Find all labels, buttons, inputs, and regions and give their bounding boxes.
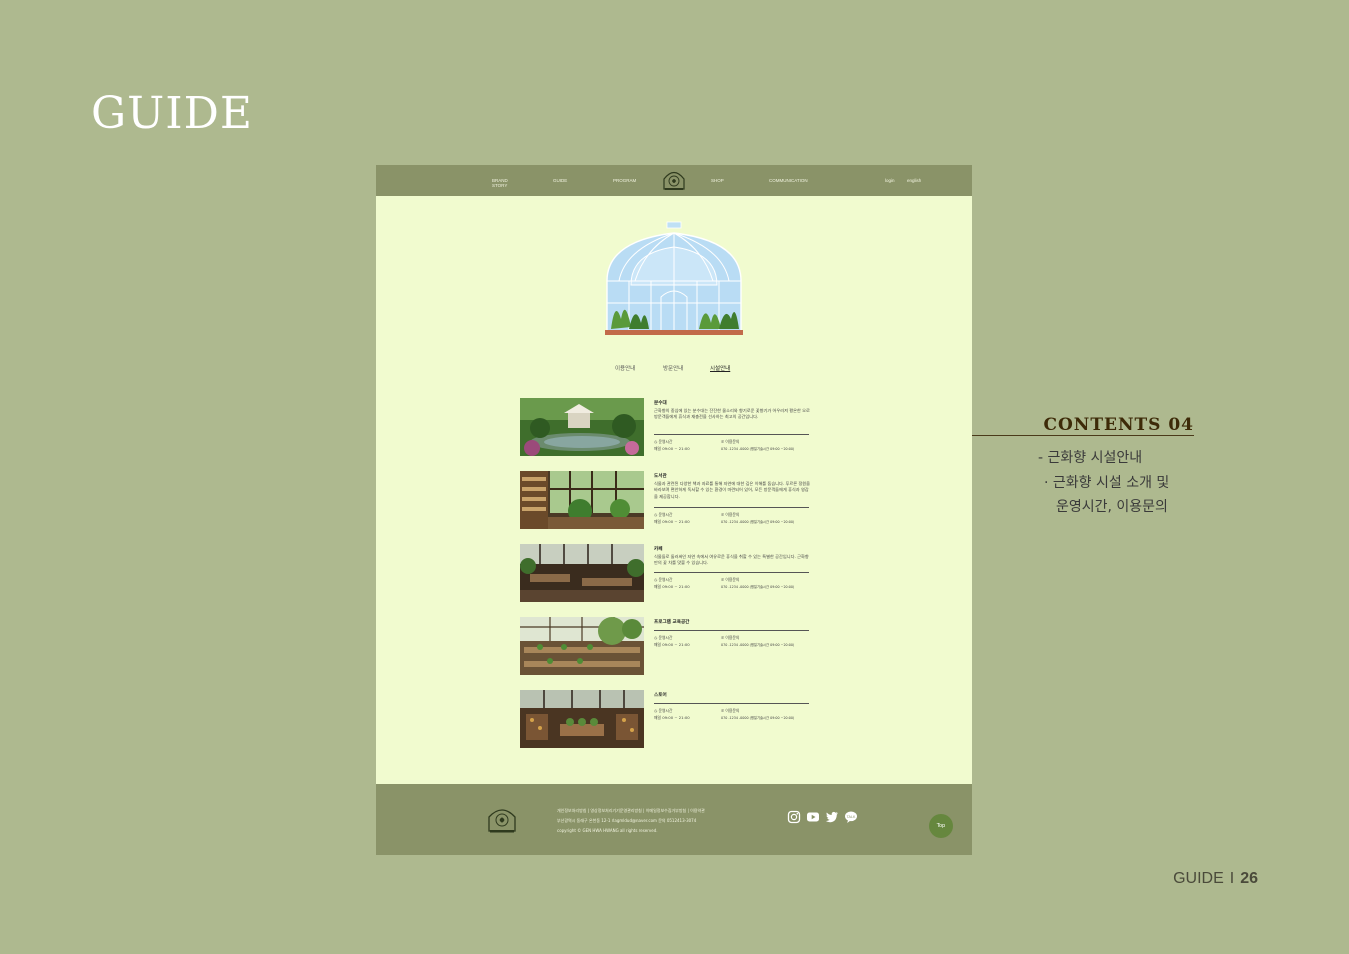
education-room-photo bbox=[520, 617, 644, 675]
hours-value: 매일 09:00 ~ 21:00 bbox=[654, 446, 690, 451]
hours-label: ◷ 운영시간 bbox=[654, 439, 673, 445]
nav-communication[interactable]: COMMUNICATION bbox=[769, 178, 808, 183]
phone-icon: ✆ bbox=[721, 439, 725, 444]
facility-title: 프로그램 교육공간 bbox=[654, 620, 690, 625]
website-mockup: BRAND STORY GUIDE PROGRAM SHOP COMMUNICAT… bbox=[376, 165, 972, 855]
tab-facility-guide[interactable]: 시설안내 bbox=[710, 364, 730, 372]
footer-logo-icon[interactable] bbox=[486, 804, 518, 834]
contact-label: ✆ 이용문의 bbox=[721, 439, 739, 445]
contact-label-text: 이용문의 bbox=[725, 708, 740, 713]
instagram-icon[interactable] bbox=[787, 810, 801, 824]
hours-value: 매일 09:00 ~ 21:00 bbox=[654, 519, 690, 524]
store-photo bbox=[520, 690, 644, 748]
nav-shop[interactable]: SHOP bbox=[711, 178, 724, 183]
nav-guide[interactable]: GUIDE bbox=[553, 178, 567, 183]
hours-label: ◷ 운영시간 bbox=[654, 708, 673, 714]
clock-icon: ◷ bbox=[654, 635, 658, 640]
svg-text:TALK: TALK bbox=[847, 815, 856, 819]
phone-icon: ✆ bbox=[721, 708, 725, 713]
nav-story-label: STORY bbox=[492, 183, 508, 188]
hours-label-text: 운영시간 bbox=[658, 439, 673, 444]
facility-description: 식물들로 둘러싸인 자연 속에서 여유로운 휴식을 취할 수 있는 특별한 공간… bbox=[654, 554, 809, 566]
phone-icon: ✆ bbox=[721, 635, 725, 640]
facility-item: 스토어 ◷ 운영시간 매일 09:00 ~ 21:00 ✆ 이용문의 070 -… bbox=[520, 690, 810, 748]
facility-item: 카페 식물들로 둘러싸인 자연 속에서 여유로운 휴식을 취할 수 있는 특별한… bbox=[520, 544, 810, 602]
contact-label: ✆ 이용문의 bbox=[721, 708, 739, 714]
contact-value: 070 -1234 -0000 (평일기술시간 09:00 ~20:00) bbox=[721, 643, 795, 647]
youtube-icon[interactable] bbox=[806, 810, 820, 824]
clock-icon: ◷ bbox=[654, 512, 658, 517]
hours-value: 매일 09:00 ~ 21:00 bbox=[654, 642, 690, 647]
clock-icon: ◷ bbox=[654, 708, 658, 713]
greenhouse-illustration bbox=[605, 221, 743, 335]
footer-address: 부산광역시 동래구 온천동 12-1 rlagmldud@naver.com 문… bbox=[557, 818, 697, 823]
hours-label: ◷ 운영시간 bbox=[654, 512, 673, 518]
facility-title: 분수대 bbox=[654, 401, 667, 406]
hours-label-text: 운영시간 bbox=[658, 512, 673, 517]
scroll-top-button[interactable]: Top bbox=[929, 814, 953, 838]
footer-copyright: copyright © GEN HWA HWANG all rights res… bbox=[557, 828, 658, 833]
fountain-garden-photo bbox=[520, 398, 644, 456]
contact-label-text: 이용문의 bbox=[725, 512, 740, 517]
tab-visit-guide[interactable]: 방문안내 bbox=[663, 364, 683, 372]
contents-line-2: · 근화향 시설 소개 및 bbox=[1044, 475, 1170, 491]
twitter-icon[interactable] bbox=[825, 810, 839, 824]
facility-title: 카페 bbox=[654, 547, 663, 552]
contact-label-text: 이용문의 bbox=[725, 439, 740, 444]
library-photo bbox=[520, 471, 644, 529]
contact-value: 070 -1234 -0000 (평일기술시간 09:00 ~20:00) bbox=[721, 716, 795, 720]
kakaotalk-icon[interactable]: TALK bbox=[844, 810, 858, 824]
facility-title: 스토어 bbox=[654, 693, 667, 698]
contact-label: ✆ 이용문의 bbox=[721, 577, 739, 583]
facility-divider bbox=[654, 630, 809, 631]
contact-label-text: 이용문의 bbox=[725, 635, 740, 640]
cafe-photo bbox=[520, 544, 644, 602]
phone-icon: ✆ bbox=[721, 577, 725, 582]
page-number-value: 26 bbox=[1240, 870, 1258, 887]
hours-label: ◷ 운영시간 bbox=[654, 577, 673, 583]
facility-divider bbox=[654, 507, 809, 508]
contact-value: 070 -1234 -0000 (평일기술시간 09:00 ~20:00) bbox=[721, 447, 795, 451]
hours-label: ◷ 운영시간 bbox=[654, 635, 673, 641]
facility-divider bbox=[654, 434, 809, 435]
facility-item: 분수대 근화향의 중심에 있는 분수대는 잔잔한 물소리와 향기로운 꽃향기가 … bbox=[520, 398, 810, 456]
slide-title: GUIDE bbox=[91, 88, 254, 139]
facility-description: 식물과 관련된 다양한 책과 자료를 통해 자연에 대한 깊은 이해를 돕습니다… bbox=[654, 481, 810, 499]
facility-item: 프로그램 교육공간 ◷ 운영시간 매일 09:00 ~ 21:00 ✆ 이용문의… bbox=[520, 617, 810, 675]
site-footer: 개인정보처리방침 | 영상정보처리기기운영관리방침 | 이메일정보수집거부방침 … bbox=[376, 784, 972, 855]
contact-label-text: 이용문의 bbox=[725, 577, 740, 582]
contents-heading: CONTENTS 04 bbox=[1043, 415, 1194, 435]
facility-divider bbox=[654, 572, 809, 573]
hours-label-text: 운영시간 bbox=[658, 577, 673, 582]
hours-value: 매일 09:00 ~ 21:00 bbox=[654, 715, 690, 720]
contact-label: ✆ 이용문의 bbox=[721, 635, 739, 641]
greenhouse-emblem-icon[interactable] bbox=[661, 167, 687, 193]
nav-program[interactable]: PROGRAM bbox=[613, 178, 636, 183]
tab-usage-guide[interactable]: 이용안내 bbox=[615, 364, 635, 372]
contents-line-3: 운영시간, 이용문의 bbox=[1056, 499, 1168, 515]
hours-value: 매일 09:00 ~ 21:00 bbox=[654, 584, 690, 589]
facility-title: 도서관 bbox=[654, 474, 667, 479]
footer-links[interactable]: 개인정보처리방침 | 영상정보처리기기운영관리방침 | 이메일정보수집거부방침 … bbox=[557, 808, 705, 814]
phone-icon: ✆ bbox=[721, 512, 725, 517]
facility-description: 근화향의 중심에 있는 분수대는 잔잔한 물소리와 향기로운 꽃향기가 어우러져… bbox=[654, 408, 810, 420]
hours-label-text: 운영시간 bbox=[658, 635, 673, 640]
hours-label-text: 운영시간 bbox=[658, 708, 673, 713]
facility-divider bbox=[654, 703, 809, 704]
contents-line-1: - 근화향 시설안내 bbox=[1038, 450, 1143, 466]
nav-login[interactable]: login bbox=[885, 178, 895, 183]
facility-item: 도서관 식물과 관련된 다양한 책과 자료를 통해 자연에 대한 깊은 이해를 … bbox=[520, 471, 810, 529]
page-separator: I bbox=[1229, 870, 1235, 887]
page-number: GUIDE I 26 bbox=[1173, 870, 1258, 888]
contents-divider bbox=[972, 435, 1194, 436]
page-label: GUIDE bbox=[1173, 870, 1224, 887]
contact-label: ✆ 이용문의 bbox=[721, 512, 739, 518]
top-navigation: BRAND STORY GUIDE PROGRAM SHOP COMMUNICAT… bbox=[376, 165, 972, 196]
clock-icon: ◷ bbox=[654, 439, 658, 444]
contact-value: 070 -1234 -0000 (평일기술시간 09:00 ~20:00) bbox=[721, 520, 795, 524]
nav-english[interactable]: english bbox=[907, 178, 921, 183]
clock-icon: ◷ bbox=[654, 577, 658, 582]
contact-value: 070 -1234 -0000 (평일기술시간 09:00 ~20:00) bbox=[721, 585, 795, 589]
nav-brand-story[interactable]: BRAND STORY bbox=[492, 178, 508, 188]
